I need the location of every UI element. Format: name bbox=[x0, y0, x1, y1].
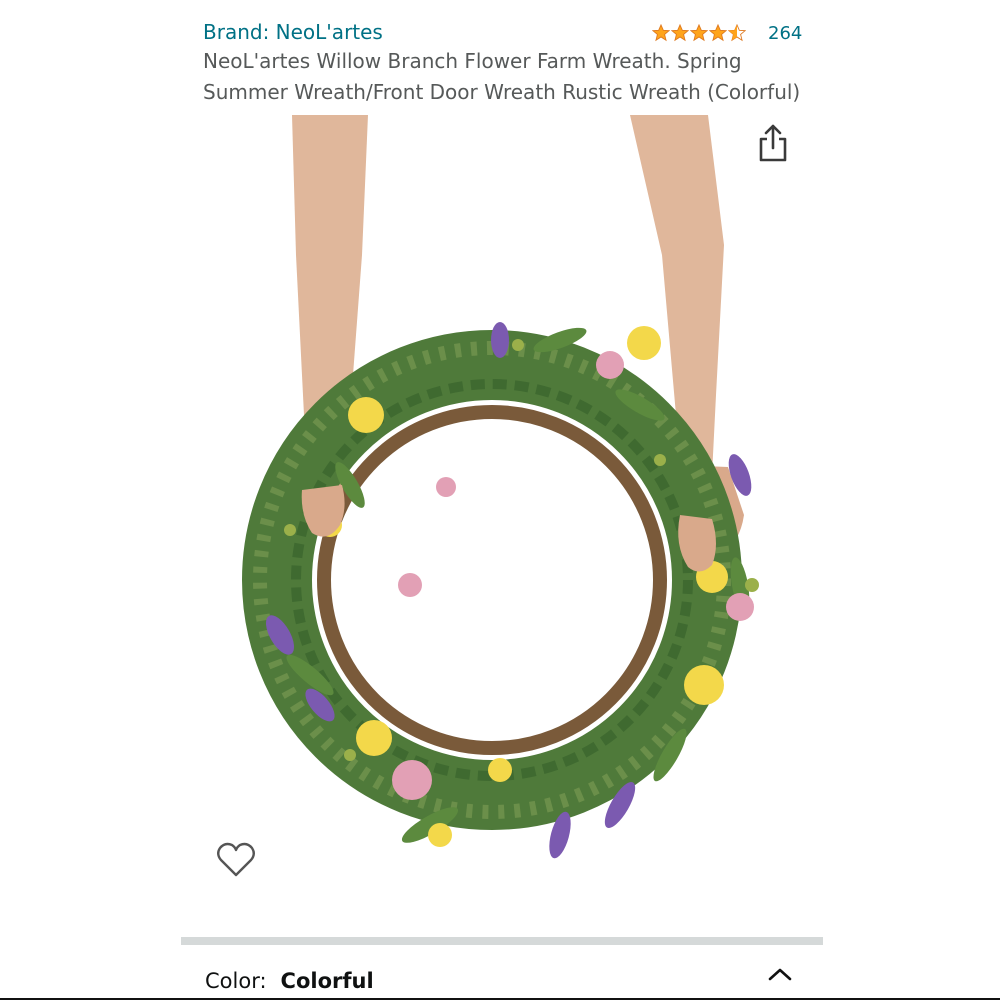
star-rating bbox=[652, 24, 746, 42]
color-label: Color: bbox=[205, 969, 267, 993]
section-divider bbox=[181, 937, 823, 945]
heart-outline-icon[interactable] bbox=[214, 840, 258, 880]
brand-link[interactable]: Brand: NeoL'artes bbox=[203, 18, 383, 46]
star-full-icon bbox=[671, 24, 689, 42]
color-variation-row[interactable]: Color: Colorful bbox=[205, 964, 374, 998]
star-full-icon bbox=[709, 24, 727, 42]
rating-summary[interactable]: 264 bbox=[652, 20, 802, 46]
product-image[interactable] bbox=[200, 115, 800, 915]
star-full-icon bbox=[690, 24, 708, 42]
product-title: NeoL'artes Willow Branch Flower Farm Wre… bbox=[203, 49, 801, 104]
star-half-icon bbox=[728, 24, 746, 42]
star-full-icon bbox=[652, 24, 670, 42]
rating-count[interactable]: 264 bbox=[768, 23, 802, 44]
chevron-up-icon[interactable] bbox=[764, 962, 796, 988]
color-value: Colorful bbox=[280, 969, 374, 993]
